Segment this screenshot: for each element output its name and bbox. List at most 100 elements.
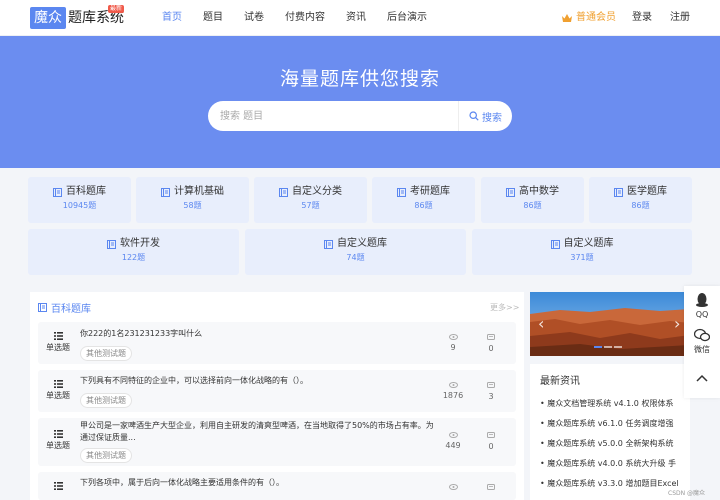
list-icon bbox=[53, 430, 63, 438]
category-name: 自定义分类 bbox=[292, 186, 342, 197]
register-link[interactable]: 注册 bbox=[670, 0, 690, 36]
category-name: 医学题库 bbox=[627, 186, 667, 197]
vip-link[interactable]: 普通会员 bbox=[562, 0, 616, 36]
book-icon bbox=[324, 239, 333, 249]
panel-header: 百科题库 bbox=[38, 300, 91, 315]
category-card[interactable]: 软件开发 122题 bbox=[28, 229, 239, 275]
views-count: 1876 bbox=[442, 391, 464, 400]
views-stat: 9 bbox=[438, 334, 468, 352]
comment-icon bbox=[487, 484, 495, 490]
book-icon bbox=[279, 187, 288, 197]
chevron-up-icon bbox=[696, 374, 708, 382]
carousel-next-icon[interactable]: › bbox=[674, 314, 680, 333]
news-item[interactable]: 魔众题库系统 v4.0.0 系统大升级 手 bbox=[540, 458, 678, 469]
question-row[interactable]: 单选题 下列具有不同特征的企业中，可以选择前向一体化战略的有（）。 其他测试题 … bbox=[38, 370, 516, 412]
search-button[interactable]: 搜索 bbox=[458, 101, 512, 131]
book-icon bbox=[614, 187, 623, 197]
category-card[interactable]: 高中数学 86题 bbox=[481, 177, 584, 223]
qq-button[interactable]: QQ bbox=[684, 292, 720, 319]
question-panel: 百科题库 更多>> 单选题 你222的1名231231233字叫什么 其他测试题… bbox=[30, 292, 524, 500]
carousel-dot[interactable] bbox=[604, 346, 612, 348]
views-count: 9 bbox=[450, 343, 456, 352]
carousel-dot[interactable] bbox=[614, 346, 622, 348]
nav-admin-demo[interactable]: 后台演示 bbox=[387, 0, 427, 36]
main-nav: 首页 题目 试卷 付费内容 资讯 后台演示 bbox=[162, 0, 448, 36]
carousel-prev-icon[interactable]: ‹ bbox=[538, 314, 544, 333]
wechat-button[interactable]: 微信 bbox=[684, 328, 720, 355]
question-type-label: 单选题 bbox=[46, 343, 70, 352]
category-card[interactable]: 计算机基础 58题 bbox=[136, 177, 249, 223]
news-panel: 最新资讯 魔众文档管理系统 v4.1.0 权限体系 魔众题库系统 v6.1.0 … bbox=[530, 364, 690, 500]
nav-questions[interactable]: 题目 bbox=[203, 0, 223, 36]
more-link[interactable]: 更多>> bbox=[490, 302, 519, 313]
nav-news[interactable]: 资讯 bbox=[346, 0, 366, 36]
hero-title: 海量题库供您搜索 bbox=[279, 68, 440, 90]
category-card[interactable]: 考研题库 86题 bbox=[372, 177, 475, 223]
category-count: 86题 bbox=[631, 201, 650, 210]
login-link[interactable]: 登录 bbox=[632, 0, 652, 36]
question-row[interactable]: 单选题 你222的1名231231233字叫什么 其他测试题 9 0 bbox=[38, 322, 516, 364]
category-count: 10945题 bbox=[62, 201, 97, 210]
question-tag[interactable]: 其他测试题 bbox=[80, 346, 132, 361]
category-name: 自定义题库 bbox=[337, 238, 387, 249]
news-item[interactable]: 魔众题库系统 v5.0.0 全新架构系统 bbox=[540, 438, 678, 449]
comment-icon bbox=[487, 382, 495, 388]
question-tag[interactable]: 其他测试题 bbox=[80, 448, 132, 463]
logo-badge: 最新 bbox=[108, 5, 124, 13]
logo-box: 魔众 bbox=[30, 7, 66, 29]
back-to-top-button[interactable] bbox=[684, 374, 720, 384]
comments-stat: 0 bbox=[476, 334, 506, 353]
views-stat: 1876 bbox=[438, 382, 468, 400]
nav-paid-content[interactable]: 付费内容 bbox=[285, 0, 325, 36]
question-row[interactable]: 下列各项中，属于后向一体化战略主要适用条件的有（）。 bbox=[38, 472, 516, 500]
vip-label: 普通会员 bbox=[576, 12, 616, 23]
list-icon bbox=[53, 380, 63, 388]
watermark: CSDN @魔众 bbox=[668, 490, 706, 497]
views-stat: 449 bbox=[438, 432, 468, 450]
nav-papers[interactable]: 试卷 bbox=[244, 0, 264, 36]
wechat-label: 微信 bbox=[694, 345, 710, 354]
question-type-label: 单选题 bbox=[46, 391, 70, 400]
search-input[interactable] bbox=[220, 101, 456, 131]
book-icon bbox=[397, 187, 406, 197]
category-card[interactable]: 百科题库 10945题 bbox=[28, 177, 131, 223]
category-count: 122题 bbox=[121, 253, 146, 262]
category-name: 自定义题库 bbox=[563, 238, 614, 249]
logo[interactable]: 魔众 题库系统 最新 bbox=[30, 5, 124, 29]
comments-stat: 0 bbox=[476, 432, 506, 451]
carousel-dot[interactable] bbox=[594, 346, 602, 348]
category-count: 86题 bbox=[414, 201, 433, 210]
category-card[interactable]: 自定义题库 74题 bbox=[245, 229, 466, 275]
eye-icon bbox=[448, 432, 458, 438]
question-type bbox=[38, 482, 78, 490]
banner-carousel[interactable]: ‹ › bbox=[530, 292, 690, 356]
views-count: 449 bbox=[445, 441, 461, 450]
question-row[interactable]: 单选题 甲公司是一家啤酒生产大型企业，利用自主研发的清爽型啤酒，在当地取得了50… bbox=[38, 418, 516, 466]
search-icon bbox=[469, 111, 479, 121]
news-item[interactable]: 魔众题库系统 v3.3.0 增加题目Excel bbox=[540, 478, 678, 489]
category-card[interactable]: 医学题库 86题 bbox=[589, 177, 692, 223]
news-title: 最新资讯 bbox=[540, 376, 580, 387]
nav-home[interactable]: 首页 bbox=[162, 0, 182, 36]
question-text[interactable]: 甲公司是一家啤酒生产大型企业，利用自主研发的清爽型啤酒，在当地取得了50%的市场… bbox=[80, 420, 436, 444]
news-item[interactable]: 魔众文档管理系统 v4.1.0 权限体系 bbox=[540, 398, 678, 409]
question-text[interactable]: 下列各项中，属于后向一体化战略主要适用条件的有（）。 bbox=[80, 477, 436, 489]
news-item[interactable]: 魔众题库系统 v6.1.0 任务调度增强 bbox=[540, 418, 678, 429]
comments-count: 0 bbox=[488, 344, 494, 353]
question-text[interactable]: 下列具有不同特征的企业中，可以选择前向一体化战略的有（）。 bbox=[80, 375, 436, 387]
question-tag[interactable]: 其他测试题 bbox=[80, 393, 132, 408]
hero-banner: 海量题库供您搜索 搜索 bbox=[0, 36, 720, 168]
book-icon bbox=[161, 187, 170, 197]
comments-count: 3 bbox=[488, 392, 494, 401]
category-name: 软件开发 bbox=[120, 238, 160, 249]
question-type: 单选题 bbox=[38, 332, 78, 353]
category-card[interactable]: 自定义分类 57题 bbox=[254, 177, 367, 223]
category-count: 86题 bbox=[523, 201, 542, 210]
book-icon bbox=[53, 187, 62, 197]
list-icon bbox=[53, 332, 63, 340]
category-card[interactable]: 自定义题库 371题 bbox=[472, 229, 692, 275]
search-box: 搜索 bbox=[208, 101, 512, 131]
book-icon bbox=[107, 239, 116, 249]
eye-icon bbox=[448, 334, 458, 340]
question-text[interactable]: 你222的1名231231233字叫什么 bbox=[80, 328, 436, 340]
